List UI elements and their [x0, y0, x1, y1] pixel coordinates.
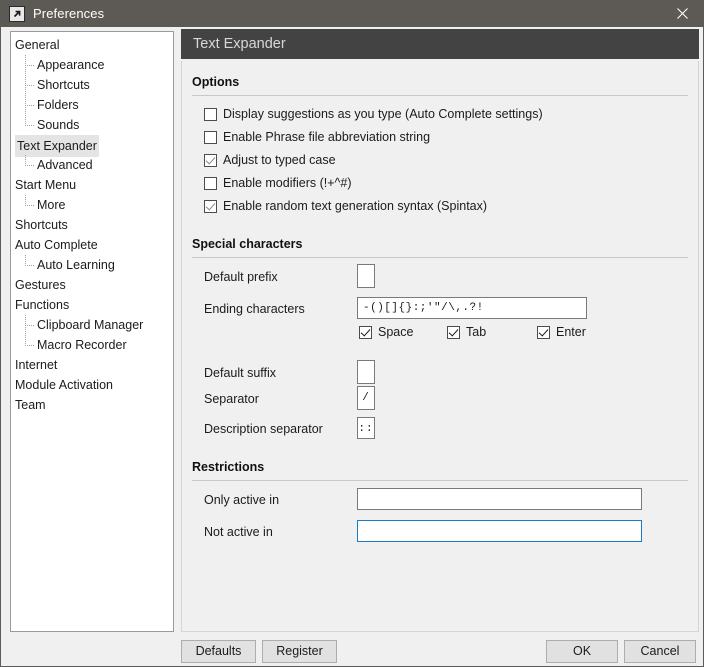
- checkbox-unchecked-icon[interactable]: [204, 176, 217, 190]
- options-section-title: Options: [192, 75, 240, 89]
- arrow-up-right-icon: [9, 5, 25, 22]
- sidebar-item-label: Internet: [15, 358, 58, 372]
- sidebar-item-shortcuts[interactable]: Shortcuts: [11, 75, 173, 95]
- settings-tree[interactable]: General Appearance Shortcuts Folders Sounds T…: [10, 31, 174, 632]
- sidebar-item-clipboard-manager[interactable]: Clipboard Manager: [11, 315, 173, 335]
- option-checkbox-label: Enable Phrase file abbreviation string: [223, 130, 431, 144]
- checkbox-unchecked-icon[interactable]: [204, 107, 217, 121]
- not-active-in-label: Not active in: [204, 525, 273, 539]
- sidebar-item-general[interactable]: General: [11, 35, 173, 55]
- sidebar-item-label: Macro Recorder: [37, 338, 127, 352]
- separator-label: Separator: [204, 392, 259, 406]
- restrictions-divider: [192, 480, 688, 481]
- ending-toggle-label: Enter: [556, 325, 586, 339]
- sidebar-item-label: Functions: [15, 298, 70, 312]
- sidebar-item-team[interactable]: Team: [11, 395, 173, 415]
- checkbox-checked-icon[interactable]: [204, 153, 217, 167]
- option-checkbox-label: Display suggestions as you type (Auto Co…: [223, 107, 543, 121]
- sidebar-item-macro-recorder[interactable]: Macro Recorder: [11, 335, 173, 355]
- sidebar-item-text-expander[interactable]: Text Expander: [11, 135, 173, 157]
- special-characters-section-title: Special characters: [192, 237, 303, 251]
- description-separator-label: Description separator: [204, 422, 323, 436]
- sidebar-item-auto-learning[interactable]: Auto Learning: [11, 255, 173, 275]
- sidebar-item-start-menu[interactable]: Start Menu: [11, 175, 173, 195]
- only-active-in-label: Only active in: [204, 493, 280, 507]
- only-active-in-input[interactable]: [357, 488, 642, 510]
- sidebar-item-label: More: [37, 198, 66, 212]
- sidebar-item-label: Auto Learning: [37, 258, 115, 272]
- ending-toggle-tab[interactable]: Tab: [447, 325, 486, 339]
- default-prefix-input[interactable]: [357, 264, 375, 288]
- content-panel: Options Display suggestions as you type …: [181, 61, 699, 632]
- checkbox-checked-icon[interactable]: [359, 325, 372, 339]
- default-suffix-label: Default suffix: [204, 366, 277, 380]
- title-bar: Preferences: [1, 0, 703, 27]
- sidebar-item-label: Auto Complete: [15, 238, 98, 252]
- sidebar-item-functions[interactable]: Functions: [11, 295, 173, 315]
- window-title: Preferences: [33, 6, 105, 21]
- separator-input[interactable]: /: [357, 386, 375, 410]
- not-active-in-input[interactable]: [357, 520, 642, 542]
- sidebar-item-label: Team: [15, 398, 46, 412]
- defaults-button[interactable]: Defaults: [181, 640, 256, 663]
- ending-toggle-label: Space: [378, 325, 414, 339]
- sidebar-item-label: Folders: [37, 98, 79, 112]
- sidebar-item-advanced[interactable]: Advanced: [11, 155, 173, 175]
- default-suffix-input[interactable]: [357, 360, 375, 384]
- option-checkbox-4[interactable]: Enable random text generation syntax (Sp…: [204, 199, 487, 213]
- option-checkbox-0[interactable]: Display suggestions as you type (Auto Co…: [204, 107, 543, 121]
- ending-toggle-enter[interactable]: Enter: [537, 325, 586, 339]
- options-divider: [192, 95, 688, 96]
- checkbox-checked-icon[interactable]: [537, 325, 550, 339]
- sidebar-item-auto-complete[interactable]: Auto Complete: [11, 235, 173, 255]
- sidebar-item-label: Text Expander: [15, 135, 99, 157]
- cancel-button[interactable]: Cancel: [624, 640, 696, 663]
- option-checkbox-2[interactable]: Adjust to typed case: [204, 153, 336, 167]
- sidebar-item-internet[interactable]: Internet: [11, 355, 173, 375]
- sidebar-item-label: Gestures: [15, 278, 66, 292]
- sidebar-item-module-activation[interactable]: Module Activation: [11, 375, 173, 395]
- option-checkbox-label: Enable modifiers (!+^#): [223, 176, 352, 190]
- sidebar-item-label: General: [15, 38, 60, 52]
- sidebar-item-label: Shortcuts: [15, 218, 68, 232]
- sidebar-item-label: Clipboard Manager: [37, 318, 144, 332]
- sidebar-item-folders[interactable]: Folders: [11, 95, 173, 115]
- close-icon[interactable]: [660, 0, 703, 27]
- ending-characters-input[interactable]: -()[]{}:;'"/\,.?!: [357, 297, 587, 319]
- checkbox-checked-icon[interactable]: [447, 325, 460, 339]
- ending-toggle-label: Tab: [466, 325, 487, 339]
- page-title: Text Expander: [181, 29, 699, 59]
- preferences-dialog: Preferences General Appearance Shortcuts Fo…: [0, 0, 704, 667]
- restrictions-section-title: Restrictions: [192, 460, 265, 474]
- option-checkbox-label: Adjust to typed case: [223, 153, 336, 167]
- ending-characters-label: Ending characters: [204, 302, 305, 316]
- sidebar-item-appearance[interactable]: Appearance: [11, 55, 173, 75]
- sidebar-item-gestures[interactable]: Gestures: [11, 275, 173, 295]
- option-checkbox-label: Enable random text generation syntax (Sp…: [223, 199, 488, 213]
- sidebar-item-label: Module Activation: [15, 378, 113, 392]
- option-checkbox-1[interactable]: Enable Phrase file abbreviation string: [204, 130, 430, 144]
- register-button[interactable]: Register: [262, 640, 337, 663]
- ending-toggle-space[interactable]: Space: [359, 325, 413, 339]
- sidebar-item-more[interactable]: More: [11, 195, 173, 215]
- sidebar-item-label: Sounds: [37, 118, 80, 132]
- description-separator-input[interactable]: ::: [357, 417, 375, 439]
- default-prefix-label: Default prefix: [204, 270, 278, 284]
- sidebar-item-label: Shortcuts: [37, 78, 90, 92]
- sidebar-item-sounds[interactable]: Sounds: [11, 115, 173, 135]
- option-checkbox-3[interactable]: Enable modifiers (!+^#): [204, 176, 352, 190]
- ok-button[interactable]: OK: [546, 640, 618, 663]
- checkbox-unchecked-icon[interactable]: [204, 130, 217, 144]
- sidebar-item-label: Start Menu: [15, 178, 77, 192]
- sidebar-item-label: Advanced: [37, 158, 93, 172]
- sidebar-item-label: Appearance: [37, 58, 105, 72]
- special-characters-divider: [192, 257, 688, 258]
- sidebar-item-shortcuts[interactable]: Shortcuts: [11, 215, 173, 235]
- checkbox-checked-icon[interactable]: [204, 199, 217, 213]
